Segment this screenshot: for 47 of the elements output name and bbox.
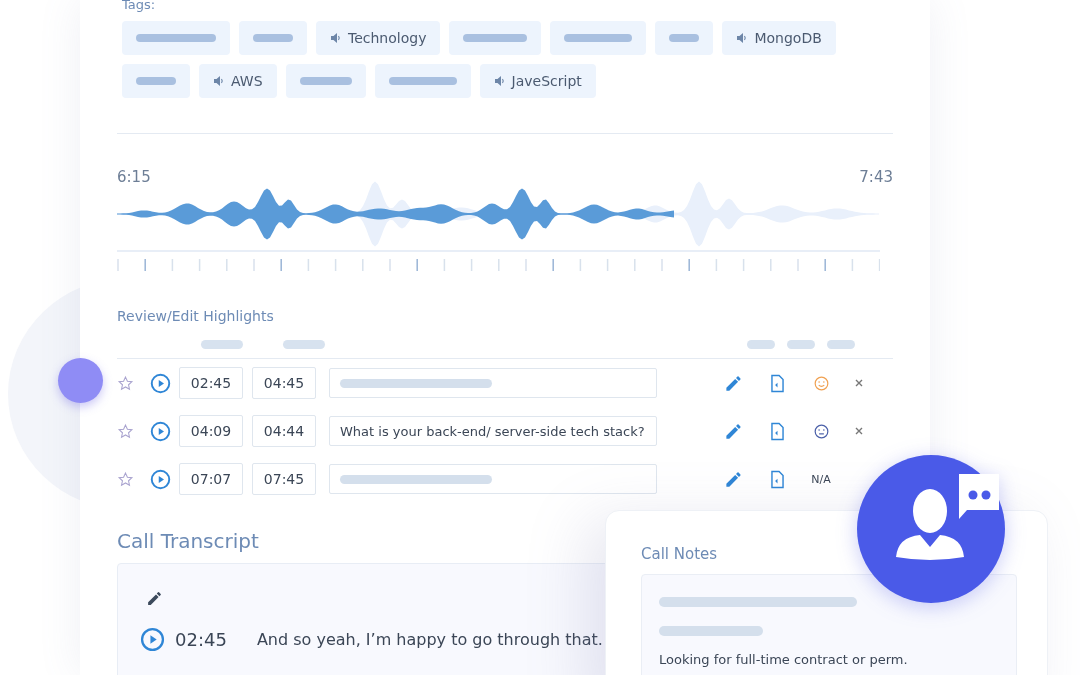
close-icon[interactable] <box>854 378 864 388</box>
speaker-icon <box>493 75 506 87</box>
highlight-text-field[interactable]: What is your back-end/ server-side tech stack? <box>329 416 657 446</box>
speaker-icon <box>736 32 749 44</box>
document-icon[interactable] <box>768 469 787 489</box>
star-icon[interactable] <box>117 470 134 488</box>
tag-placeholder <box>655 21 714 55</box>
tag[interactable]: AWS <box>199 64 277 98</box>
tag[interactable]: MongoDB <box>722 21 836 55</box>
header-placeholder <box>747 339 775 349</box>
end-time-field[interactable]: 04:45 <box>252 367 316 399</box>
transcript-text: And so yeah, I’m happy to go through that. <box>256 630 603 649</box>
header-placeholder <box>283 339 325 349</box>
document-icon[interactable] <box>768 421 787 441</box>
star-icon[interactable] <box>117 374 134 392</box>
section-title: Review/Edit Highlights <box>117 308 275 324</box>
tag-placeholder <box>239 21 307 55</box>
start-time: 6:15 <box>117 168 151 186</box>
highlight-text-field[interactable] <box>329 464 657 494</box>
end-time-field[interactable]: 07:45 <box>252 463 316 495</box>
tag[interactable]: JaveScript <box>479 64 596 98</box>
pencil-icon[interactable] <box>146 590 163 607</box>
end-time-field[interactable]: 04:44 <box>252 415 316 447</box>
play-icon[interactable] <box>150 372 171 394</box>
end-time: 7:43 <box>859 168 893 186</box>
speaker-icon <box>330 32 342 44</box>
sentiment-label: N/A <box>811 472 831 486</box>
start-time-field[interactable]: 02:45 <box>179 367 243 399</box>
header-placeholder <box>787 339 815 349</box>
timestamp: 02:45 <box>175 629 227 650</box>
tag-placeholder <box>122 64 190 98</box>
close-icon[interactable] <box>854 426 864 436</box>
header-placeholder <box>827 339 855 349</box>
tag[interactable]: Technology <box>316 21 441 55</box>
tags-label: Tags: <box>121 0 157 14</box>
note-text: Looking for full-time contract or perm. <box>659 652 909 667</box>
play-icon[interactable] <box>150 420 171 442</box>
start-time-field[interactable]: 04:09 <box>179 415 243 447</box>
document-icon[interactable] <box>768 373 787 393</box>
play-icon[interactable] <box>140 627 165 652</box>
start-time-field[interactable]: 07:07 <box>179 463 243 495</box>
play-icon[interactable] <box>150 468 171 490</box>
header-placeholder <box>201 339 243 349</box>
speaker-icon <box>213 75 225 87</box>
notes-title: Call Notes <box>641 545 719 563</box>
star-icon[interactable] <box>117 422 134 440</box>
highlight-text-field[interactable] <box>329 368 657 398</box>
